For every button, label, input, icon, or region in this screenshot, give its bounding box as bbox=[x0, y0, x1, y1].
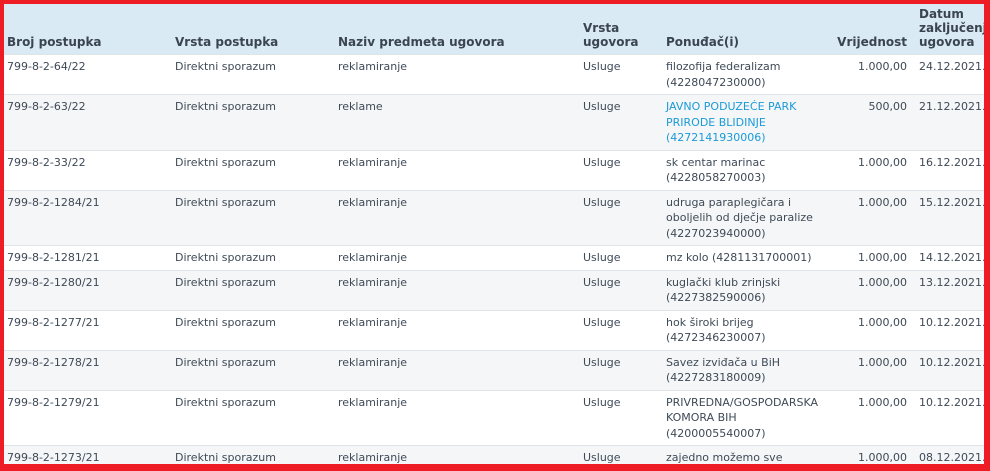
cell-datum: 16.12.2021. bbox=[919, 149, 984, 190]
col-vrsta-postupka[interactable]: Vrsta postupka bbox=[175, 4, 338, 55]
contracts-table: Broj postupka Vrsta postupka Naziv predm… bbox=[4, 4, 984, 464]
cell-vrsta-ugovora: Usluge bbox=[583, 269, 666, 310]
table-row[interactable]: 799-8-2-1281/21 Direktni sporazum reklamir… bbox=[4, 245, 984, 270]
cell-ponudjac: filozofija federalizam (4228047230000) bbox=[666, 54, 830, 95]
cell-vrijednost: 1.000,00 bbox=[830, 389, 919, 446]
cell-vrsta-postupka: Direktni sporazum bbox=[175, 189, 338, 246]
cell-vrijednost: 1.000,00 bbox=[830, 245, 919, 270]
col-vrsta-ugovora-line2: ugovora bbox=[583, 35, 639, 49]
cell-ponudjac: mz kolo (4281131700001) bbox=[666, 245, 830, 270]
cell-datum: 24.12.2021. bbox=[919, 54, 984, 95]
cell-vrijednost: 1.000,00 bbox=[830, 349, 919, 390]
cell-datum: 10.12.2021. bbox=[919, 349, 984, 390]
cell-naziv-predmeta: reklamiranje bbox=[338, 189, 583, 246]
cell-ponudjac: zajedno možemo sve (4272459270005) bbox=[666, 445, 830, 464]
cell-datum: 14.12.2021. bbox=[919, 245, 984, 270]
table-row[interactable]: 799-8-2-1279/21 Direktni sporazum reklamir… bbox=[4, 389, 984, 446]
cell-ponudjac: udruga paraplegičara i oboljelih od dječ… bbox=[666, 189, 830, 246]
cell-vrsta-ugovora: Usluge bbox=[583, 94, 666, 150]
cell-ponudjac: sk centar marinac (4228058270003) bbox=[666, 149, 830, 190]
cell-broj-postupka: 799-8-2-64/22 bbox=[4, 54, 175, 95]
cell-naziv-predmeta: reklamiranje bbox=[338, 269, 583, 310]
cell-naziv-predmeta: reklamiranje bbox=[338, 349, 583, 390]
cell-vrsta-ugovora: Usluge bbox=[583, 389, 666, 446]
cell-vrsta-ugovora: Usluge bbox=[583, 149, 666, 190]
col-ponudjac[interactable]: Ponuđač(i) bbox=[666, 4, 830, 55]
cell-vrijednost: 1.000,00 bbox=[830, 54, 919, 95]
cell-vrsta-ugovora: Usluge bbox=[583, 445, 666, 464]
cell-broj-postupka: 799-8-2-33/22 bbox=[4, 149, 175, 190]
col-naziv-predmeta[interactable]: Naziv predmeta ugovora bbox=[338, 4, 583, 55]
cell-ponudjac: hok široki brijeg (4272346230007) bbox=[666, 309, 830, 350]
col-datum-line2: zaključenja bbox=[919, 21, 984, 35]
table-row[interactable]: 799-8-2-1280/21 Direktni sporazum reklamir… bbox=[4, 269, 984, 310]
cell-broj-postupka: 799-8-2-1277/21 bbox=[4, 309, 175, 350]
col-broj-postupka[interactable]: Broj postupka bbox=[4, 4, 175, 55]
cell-vrsta-postupka: Direktni sporazum bbox=[175, 349, 338, 390]
table-row[interactable]: 799-8-2-1278/21 Direktni sporazum reklamir… bbox=[4, 349, 984, 390]
cell-vrijednost: 1.000,00 bbox=[830, 309, 919, 350]
cell-naziv-predmeta: reklamiranje bbox=[338, 245, 583, 270]
col-datum-line3: ugovora bbox=[919, 35, 975, 49]
table-row[interactable]: 799-8-2-1284/21 Direktni sporazum reklamir… bbox=[4, 189, 984, 246]
cell-naziv-predmeta: reklamiranje bbox=[338, 54, 583, 95]
cell-naziv-predmeta: reklame bbox=[338, 94, 583, 150]
cell-ponudjac: PRIVREDNA/GOSPODARSKA KOMORA BIH (420000… bbox=[666, 389, 830, 446]
cell-naziv-predmeta: reklamiranje bbox=[338, 389, 583, 446]
cell-vrsta-postupka: Direktni sporazum bbox=[175, 309, 338, 350]
cell-vrsta-ugovora: Usluge bbox=[583, 189, 666, 246]
cell-vrsta-ugovora: Usluge bbox=[583, 349, 666, 390]
table-row[interactable]: 799-8-2-33/22 Direktni sporazum reklamiran… bbox=[4, 149, 984, 190]
table-row[interactable]: 799-8-2-1277/21 Direktni sporazum reklamir… bbox=[4, 309, 984, 350]
cell-broj-postupka: 799-8-2-1284/21 bbox=[4, 189, 175, 246]
cell-vrsta-postupka: Direktni sporazum bbox=[175, 94, 338, 150]
cell-ponudjac[interactable]: JAVNO PODUZEĆE PARK PRIRODE BLIDINJE (42… bbox=[666, 94, 830, 150]
cell-datum: 15.12.2021. bbox=[919, 189, 984, 246]
cell-naziv-predmeta: reklamiranje bbox=[338, 309, 583, 350]
col-datum-line1: Datum bbox=[919, 7, 964, 21]
cell-vrijednost: 1.000,00 bbox=[830, 189, 919, 246]
table-header: Broj postupka Vrsta postupka Naziv predm… bbox=[4, 4, 984, 55]
cell-broj-postupka: 799-8-2-1281/21 bbox=[4, 245, 175, 270]
cell-datum: 10.12.2021. bbox=[919, 309, 984, 350]
header-row: Broj postupka Vrsta postupka Naziv predm… bbox=[4, 4, 984, 55]
table-row[interactable]: 799-8-2-64/22 Direktni sporazum reklamiran… bbox=[4, 54, 984, 95]
cell-vrsta-ugovora: Usluge bbox=[583, 309, 666, 350]
table-row[interactable]: 799-8-2-63/22 Direktni sporazum reklame Usl… bbox=[4, 94, 984, 150]
cell-vrijednost: 500,00 bbox=[830, 94, 919, 150]
cell-naziv-predmeta: reklamiranje bbox=[338, 445, 583, 464]
cell-broj-postupka: 799-8-2-1278/21 bbox=[4, 349, 175, 390]
cell-broj-postupka: 799-8-2-1280/21 bbox=[4, 269, 175, 310]
cell-vrijednost: 1.000,00 bbox=[830, 269, 919, 310]
cell-vrsta-postupka: Direktni sporazum bbox=[175, 54, 338, 95]
cell-ponudjac: kuglački klub zrinjski (4227382590006) bbox=[666, 269, 830, 310]
cell-broj-postupka: 799-8-2-63/22 bbox=[4, 94, 175, 150]
cell-vrsta-postupka: Direktni sporazum bbox=[175, 245, 338, 270]
contracts-table-frame: Broj postupka Vrsta postupka Naziv predm… bbox=[4, 4, 984, 464]
table-row[interactable]: 799-8-2-1273/21 Direktni sporazum reklamir… bbox=[4, 445, 984, 464]
col-datum[interactable]: Datumzaključenjaugovora bbox=[919, 4, 984, 55]
cell-vrsta-ugovora: Usluge bbox=[583, 245, 666, 270]
col-vrsta-ugovora[interactable]: Vrsta ugovora bbox=[583, 4, 666, 55]
cell-vrsta-postupka: Direktni sporazum bbox=[175, 389, 338, 446]
cell-vrijednost: 1.000,00 bbox=[830, 445, 919, 464]
cell-broj-postupka: 799-8-2-1273/21 bbox=[4, 445, 175, 464]
cell-naziv-predmeta: reklamiranje bbox=[338, 149, 583, 190]
cell-vrsta-postupka: Direktni sporazum bbox=[175, 445, 338, 464]
cell-datum: 13.12.2021. bbox=[919, 269, 984, 310]
cell-vrsta-ugovora: Usluge bbox=[583, 54, 666, 95]
cell-vrsta-postupka: Direktni sporazum bbox=[175, 269, 338, 310]
cell-datum: 08.12.2021. bbox=[919, 445, 984, 464]
cell-vrsta-postupka: Direktni sporazum bbox=[175, 149, 338, 190]
cell-broj-postupka: 799-8-2-1279/21 bbox=[4, 389, 175, 446]
cell-datum: 21.12.2021. bbox=[919, 94, 984, 150]
col-vrsta-ugovora-line1: Vrsta bbox=[583, 21, 620, 35]
cell-datum: 10.12.2021. bbox=[919, 389, 984, 446]
table-body: 799-8-2-64/22 Direktni sporazum reklamiran… bbox=[4, 54, 984, 464]
cell-vrijednost: 1.000,00 bbox=[830, 149, 919, 190]
col-vrijednost[interactable]: Vrijednost bbox=[830, 4, 919, 55]
cell-ponudjac: Savez izviđača u BiH (4227283180009) bbox=[666, 349, 830, 390]
